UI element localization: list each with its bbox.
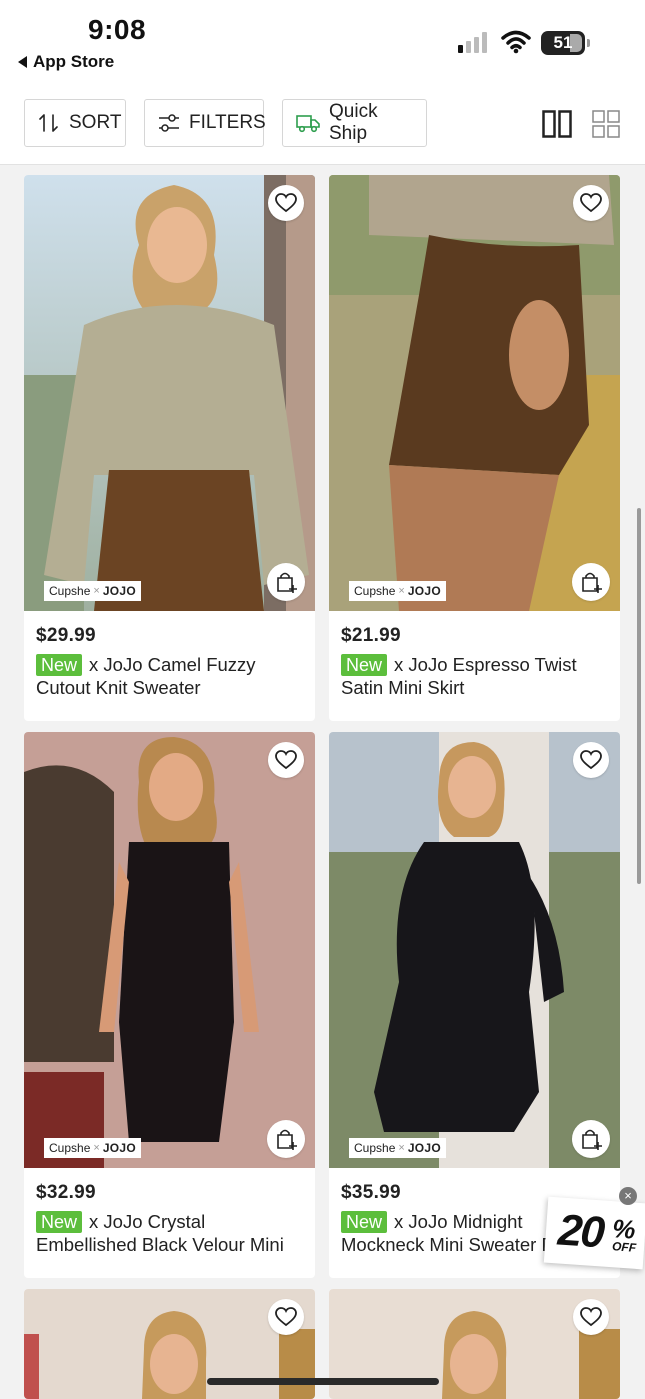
product-image[interactable]: Cupshe × JOJO [329,732,620,1168]
favorite-heart-icon[interactable] [268,742,304,778]
product-title-line1: x JoJo Midnight [394,1211,523,1232]
back-arrow-icon [18,56,27,68]
brand-name: Cupshe [354,1141,396,1155]
product-title-line2: Embellished Black Velour Mini [36,1234,284,1255]
scrollbar[interactable] [637,508,641,884]
product-price: $32.99 [36,1182,96,1203]
collab-name: JOJO [407,584,442,598]
brand-collab-tag: Cupshe × JOJO [44,1138,142,1158]
product-photo-sweater-dress [329,732,620,1168]
quick-ship-button[interactable]: Quick Ship [282,99,427,147]
status-bar: 9:08 App Store 51 [0,0,645,88]
cellular-signal-icon [458,32,487,53]
collab-name: JOJO [407,1141,442,1155]
new-badge: New [341,1211,388,1233]
filters-icon [159,114,179,132]
filters-button[interactable]: FILTERS [144,99,266,147]
product-photo-velour-dress [24,732,315,1168]
brand-name: Cupshe [49,584,91,598]
product-image[interactable]: Cupshe × JOJO [24,732,315,1168]
brand-separator: × [93,1142,100,1154]
product-title[interactable]: New x JoJo Espresso Twist Satin Mini Skir… [341,653,608,699]
battery-icon: 51 [541,31,585,55]
product-title-line2: Satin Mini Skirt [341,677,465,698]
new-badge: New [341,654,388,676]
brand-name: Cupshe [49,1141,91,1155]
brand-collab-tag: Cupshe × JOJO [349,1138,447,1158]
product-image[interactable]: Cupshe × JOJO [329,175,620,611]
four-column-view-icon[interactable] [592,110,620,138]
add-to-bag-icon[interactable] [572,1120,610,1158]
new-badge: New [36,1211,83,1233]
product-photo-sweater [24,175,315,611]
brand-name: Cupshe [354,584,396,598]
new-badge: New [36,654,83,676]
product-photo-skirt [329,175,620,611]
add-to-bag-icon[interactable] [267,1120,305,1158]
product-title[interactable]: New x JoJo Crystal Embellished Black Velo… [36,1210,303,1256]
product-price: $29.99 [36,625,96,646]
back-link-label: App Store [33,52,115,71]
brand-collab-tag: Cupshe × JOJO [44,581,142,601]
add-to-bag-icon[interactable] [572,563,610,601]
product-title-line2: Mockneck Mini Sweater D [341,1234,555,1255]
product-price: $21.99 [341,625,401,646]
brand-separator: × [398,585,405,597]
product-info: $32.99 New x JoJo Crystal Embellished Bla… [24,1168,315,1278]
product-card[interactable]: Cupshe × JOJO $29.99 New x JoJo Camel Fuz… [24,175,315,721]
sort-button[interactable]: SORT [24,99,126,147]
status-time: 9:08 [88,14,147,45]
product-title-line1: x JoJo Espresso Twist [394,654,577,675]
collab-name: JOJO [102,1141,137,1155]
product-title[interactable]: New x JoJo Camel Fuzzy Cutout Knit Sweate… [36,653,303,699]
product-image[interactable]: Cupshe × JOJO [24,175,315,611]
brand-separator: × [93,585,100,597]
wifi-icon [501,30,531,54]
brand-collab-tag: Cupshe × JOJO [349,581,447,601]
sort-label: SORT [69,112,122,133]
back-to-app-store-link[interactable]: App Store [18,52,114,72]
product-title-line1: x JoJo Crystal [89,1211,206,1232]
favorite-heart-icon[interactable] [573,185,609,221]
favorite-heart-icon[interactable] [573,1299,609,1335]
two-column-view-icon[interactable] [542,110,572,138]
collab-name: JOJO [102,584,137,598]
quick-ship-label: Quick Ship [329,101,378,144]
favorite-heart-icon[interactable] [268,1299,304,1335]
product-card[interactable]: Cupshe × JOJO $32.99 New x JoJo Crystal E… [24,732,315,1278]
close-promo-icon[interactable]: × [619,1187,637,1205]
truck-icon [296,115,320,133]
favorite-heart-icon[interactable] [268,185,304,221]
product-info: $21.99 New x JoJo Espresso Twist Satin Mi… [329,611,620,721]
sort-icon [39,114,58,132]
battery-nub [587,39,590,47]
filters-label: FILTERS [189,112,266,133]
product-card[interactable]: Cupshe × JOJO $35.99 New x JoJo Midnight … [329,732,620,1278]
product-title-line1: x JoJo Camel Fuzzy [89,654,256,675]
filter-toolbar: SORT FILTERS Quick Ship [0,88,645,165]
brand-separator: × [398,1142,405,1154]
product-info: $29.99 New x JoJo Camel Fuzzy Cutout Knit… [24,611,315,721]
add-to-bag-icon[interactable] [267,563,305,601]
favorite-heart-icon[interactable] [573,742,609,778]
promo-off: OFF [611,1239,637,1255]
product-card[interactable]: Cupshe × JOJO $21.99 New x JoJo Espresso … [329,175,620,721]
product-title-line2: Cutout Knit Sweater [36,677,201,698]
battery-level: 51 [553,33,573,52]
promo-number: 20 [556,1205,605,1258]
home-indicator[interactable] [207,1378,439,1385]
discount-promo-sticker[interactable]: 20 % OFF [543,1196,645,1270]
